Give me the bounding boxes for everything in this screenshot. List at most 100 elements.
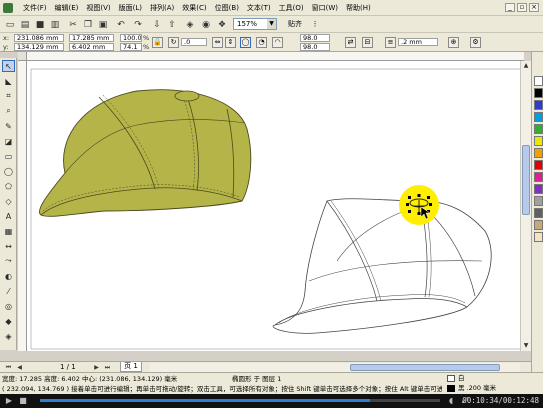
width-field[interactable]: 17.285 mm (69, 34, 114, 42)
rotation-angle-field[interactable]: .0 (181, 38, 207, 46)
palette-swatch[interactable] (534, 160, 543, 170)
rectangle-tool-icon[interactable]: ▭ (2, 150, 15, 162)
palette-swatch[interactable] (534, 124, 543, 134)
drawing-canvas[interactable] (27, 61, 524, 351)
menu-bitmaps[interactable]: 位图(B) (211, 0, 243, 16)
x-position-field[interactable]: 231.086 mm (14, 34, 64, 42)
direction-icon[interactable]: ⇄ (345, 37, 356, 48)
outline-width-select[interactable]: .2 mm (398, 38, 438, 46)
arc-mode-icon[interactable]: ◠ (272, 37, 283, 48)
paste-icon[interactable]: ▣ (96, 18, 110, 31)
zoom-level-combo[interactable]: 157% ▼ (233, 18, 277, 30)
freehand-tool-icon[interactable]: ✎ (2, 120, 15, 132)
text-tool-icon[interactable]: A (2, 210, 15, 222)
horizontal-ruler[interactable] (27, 52, 524, 61)
vertical-scrollbar[interactable]: ▲ ▼ (520, 61, 531, 351)
polygon-tool-icon[interactable]: ⬠ (2, 180, 15, 192)
interactive-fill-tool-icon[interactable]: ◈ (2, 330, 15, 342)
next-page-icon[interactable]: ▶ (92, 363, 101, 372)
connector-tool-icon[interactable]: ⤳ (2, 255, 15, 267)
basic-shapes-tool-icon[interactable]: ◇ (2, 195, 15, 207)
menu-help[interactable]: 帮助(H) (342, 0, 375, 16)
palette-swatch[interactable] (534, 100, 543, 110)
palette-swatch[interactable] (534, 196, 543, 206)
palette-swatch[interactable] (534, 136, 543, 146)
menu-edit[interactable]: 编辑(E) (51, 0, 83, 16)
crop-tool-icon[interactable]: ⌗ (2, 90, 15, 102)
vertical-scroll-thumb[interactable] (522, 145, 530, 215)
corel-online-icon[interactable]: ◉ (199, 18, 213, 31)
menu-file[interactable]: 文件(F) (19, 0, 51, 16)
redo-icon[interactable]: ↷ (131, 18, 145, 31)
snap-to-menu[interactable]: 贴齐 (288, 18, 302, 30)
playback-progress-track[interactable] (40, 399, 440, 402)
palette-swatch[interactable] (534, 76, 543, 86)
scale-x-field[interactable]: 100.0 (120, 34, 142, 42)
open-folder-icon[interactable]: ▤ (18, 18, 32, 31)
export-icon[interactable]: ⇧ (165, 18, 179, 31)
print-icon[interactable]: ▥ (48, 18, 62, 31)
shape-tool-icon[interactable]: ◣ (2, 75, 15, 87)
menu-view[interactable]: 视图(V) (82, 0, 114, 16)
save-icon[interactable]: ■ (33, 18, 47, 31)
convert-curves-icon[interactable]: ⊕ (448, 37, 459, 48)
ruler-origin[interactable] (18, 52, 27, 61)
pick-tool-icon[interactable]: ↖ (2, 60, 15, 72)
filled-cap-drawing[interactable] (39, 89, 252, 217)
mirror-vertical-icon[interactable]: ⇕ (225, 37, 236, 48)
palette-swatch[interactable] (534, 220, 543, 230)
cut-icon[interactable]: ✂ (66, 18, 80, 31)
palette-swatch[interactable] (534, 148, 543, 158)
menu-window[interactable]: 窗口(W) (308, 0, 342, 16)
y-position-field[interactable]: 134.129 mm (14, 43, 64, 51)
menu-layout[interactable]: 版面(L) (115, 0, 146, 16)
palette-swatch[interactable] (534, 184, 543, 194)
menu-effects[interactable]: 效果(C) (178, 0, 210, 16)
lock-ratio-icon[interactable]: 🔒 (152, 37, 163, 48)
start-angle-field[interactable]: 98.0 (300, 34, 330, 42)
import-icon[interactable]: ⇩ (150, 18, 164, 31)
menu-tools[interactable]: 工具(O) (275, 0, 308, 16)
ellipse-tool-icon[interactable]: ◯ (2, 165, 15, 177)
outline-tool-icon[interactable]: ◎ (2, 300, 15, 312)
outline-color-indicator[interactable] (447, 385, 455, 392)
pie-mode-icon[interactable]: ◔ (256, 37, 267, 48)
options-gear-icon[interactable]: ⚙ (470, 37, 481, 48)
palette-swatch[interactable] (534, 232, 543, 242)
first-page-icon[interactable]: ⏮ (4, 363, 13, 372)
scroll-down-icon[interactable]: ▼ (522, 342, 530, 350)
table-tool-icon[interactable]: ▦ (2, 225, 15, 237)
play-icon[interactable]: ▶ (4, 396, 14, 406)
outline-cap-drawing[interactable] (272, 198, 492, 334)
horizontal-scrollbar[interactable] (150, 363, 520, 372)
stop-icon[interactable]: ■ (18, 396, 28, 406)
copy-icon[interactable]: ❐ (81, 18, 95, 31)
last-page-icon[interactable]: ⏭ (103, 363, 112, 372)
ellipse-mode-icon[interactable]: ◯ (240, 37, 251, 48)
palette-swatch[interactable] (534, 208, 543, 218)
undo-icon[interactable]: ↶ (114, 18, 128, 31)
welcome-icon[interactable]: ❖ (215, 18, 229, 31)
interactive-blend-tool-icon[interactable]: ◐ (2, 270, 15, 282)
scale-y-field[interactable]: 74.1 (120, 43, 142, 51)
height-field[interactable]: 6.402 mm (69, 43, 114, 51)
smart-fill-tool-icon[interactable]: ◪ (2, 135, 15, 147)
vertical-ruler[interactable] (18, 61, 27, 351)
page-tab[interactable]: 页 1 (120, 362, 142, 372)
fill-color-indicator[interactable] (447, 375, 455, 382)
new-document-icon[interactable]: ▭ (3, 18, 17, 31)
fill-tool-icon[interactable]: ◆ (2, 315, 15, 327)
selected-ellipse[interactable] (399, 185, 439, 225)
volume-icon[interactable]: ◖ (446, 396, 456, 406)
zoom-tool-icon[interactable]: ⌕ (2, 105, 15, 117)
mirror-horizontal-icon[interactable]: ⇔ (212, 37, 223, 48)
close-icon[interactable]: × (529, 3, 539, 12)
palette-swatch[interactable] (534, 88, 543, 98)
menu-text[interactable]: 文本(T) (243, 0, 275, 16)
minimize-icon[interactable]: _ (505, 3, 515, 12)
scroll-up-icon[interactable]: ▲ (522, 62, 530, 70)
palette-swatch[interactable] (534, 172, 543, 182)
palette-swatch[interactable] (534, 112, 543, 122)
previous-page-icon[interactable]: ◀ (15, 363, 24, 372)
restore-icon[interactable]: ▫ (517, 3, 527, 12)
